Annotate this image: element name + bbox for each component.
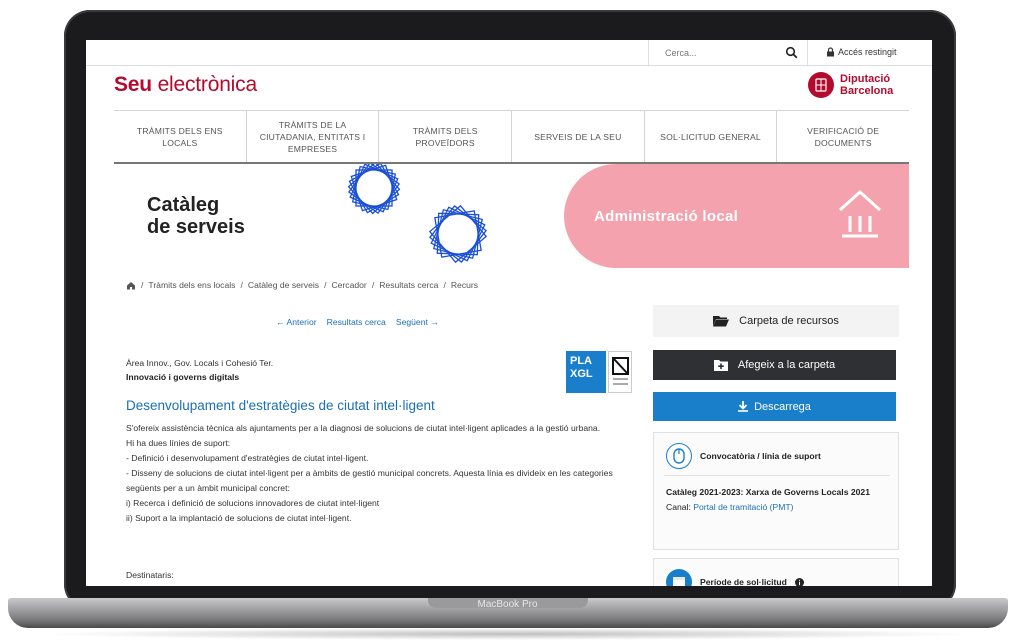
brand-bold: Seu [114,73,152,96]
info-icon[interactable] [794,577,804,587]
search-icon[interactable] [785,46,799,60]
card-divider [664,475,890,476]
request-period-header: Període de sol·licitud [666,569,804,586]
breadcrumb-item[interactable]: Tràmits dels ens locals [148,280,235,290]
building-icon [838,189,882,238]
download-icon [738,401,749,412]
main-nav: TRÀMITS DELS ENS LOCALS TRÀMITS DE LA CI… [114,110,909,164]
banner-title-line-1: Catàleg [147,194,220,216]
breadcrumb-current: Recurs [450,280,479,290]
breadcrumb-item[interactable]: Resultats cerca [379,280,438,290]
folder-open-icon [713,316,730,327]
nav-item-verify-documents[interactable]: VERIFICACIÓ DE DOCUMENTS [777,111,909,162]
add-to-folder-label: Afegeix a la carpeta [737,359,836,371]
device-brand-label: MacBook Pro [477,599,538,610]
breadcrumb: / Tràmits dels ens locals / Catàleg de s… [126,280,478,290]
description-line: i) Recerca i definició de solucions inno… [126,498,380,508]
banner-section-label: Administració local [594,208,739,225]
org-line-2: Barcelona [840,85,894,97]
folder-plus-icon [713,359,728,371]
plan-badge-logo: PLA XGL [566,351,606,393]
support-line-card: Convocatòria / línia de suport Catàleg 2… [653,432,899,550]
result-pager: ← Anterior Resultats cerca Següent → [276,317,439,327]
browser-screen: Accés restingit Seu electrònica Diputaci… [86,40,932,586]
department-label: Àrea Innov., Gov. Locals i Cohesió Ter. [126,358,274,368]
service-title: Desenvolupament d'estratègies de ciutat … [126,398,435,413]
site-logo[interactable]: Seu electrònica [114,73,257,97]
breadcrumb-separator: / [141,280,144,290]
org-line-1: Diputació [840,73,891,85]
breadcrumb-item[interactable]: Catàleg de serveis [248,280,319,290]
download-label: Descarrega [754,400,811,413]
channel-label: Canal: [666,502,691,512]
breadcrumb-separator: / [324,280,327,290]
request-period-title: Període de sol·licitud [700,577,787,586]
support-line-header: Convocatòria / línia de suport [666,443,821,469]
next-link[interactable]: Següent → [396,317,439,327]
search-input[interactable] [649,40,774,66]
banner-title-line-2: de serveis [147,216,245,238]
description-line: ii) Suport a la implantació de solucions… [126,513,352,523]
request-period-card: Període de sol·licitud [653,558,899,586]
support-line-title: Convocatòria / línia de suport [700,451,821,461]
nav-item-services[interactable]: SERVEIS DE LA SEU [512,111,645,162]
service-description: S'ofereix assistència tècnica als ajunta… [126,421,631,526]
brand-rest: electrònica [157,73,258,96]
nav-item-general-request[interactable]: SOL·LICITUD GENERAL [645,111,778,162]
previous-link[interactable]: ← Anterior [276,317,317,327]
description-line: - Definició i desenvolupament d'estratèg… [126,453,369,463]
nav-item-suppliers[interactable]: TRÀMITS DELS PROVEÏDORS [379,111,513,162]
nav-item-local-entities[interactable]: TRÀMITS DELS ENS LOCALS [114,111,247,162]
breadcrumb-separator: / [240,280,243,290]
search-box [648,40,808,66]
top-bar: Accés restingit [86,40,932,66]
subdepartment-label: Innovació i governs digitals [126,372,240,382]
plan-badge-line-1: PLA [570,355,592,367]
plan-badge-line-2: XGL [570,368,593,380]
description-line: Hi ha dues línies de suport: [126,438,231,448]
breadcrumb-separator: / [443,280,446,290]
recipients-label: Destinataris: [126,570,174,580]
plan-badge-mark-icon [608,351,632,393]
breadcrumb-item[interactable]: Cercador [331,280,366,290]
lock-icon [827,47,834,57]
calendar-icon [666,569,692,586]
download-button[interactable]: Descarrega [653,392,896,421]
results-link[interactable]: Resultats cerca [327,317,386,327]
add-to-folder-button[interactable]: Afegeix a la carpeta [653,350,896,380]
organization-name: Diputació Barcelona [840,73,893,97]
channel-link[interactable]: Portal de tramitació (PMT) [693,502,793,512]
decorative-squares-art [347,164,488,264]
banner-title: Catàleg de serveis [147,194,245,238]
mouse-icon [666,443,692,469]
organization-logo[interactable]: Diputació Barcelona [808,72,893,98]
resources-folder-label: Carpeta de recursos [739,315,839,327]
plan-badge: PLA XGL [566,351,634,393]
catalog-name: Catàleg 2021-2023: Xarxa de Governs Loca… [666,487,870,497]
home-icon[interactable] [126,281,136,290]
nav-item-citizens[interactable]: TRÀMITS DE LA CIUTADANIA, ENTITATS I EMP… [247,111,380,162]
resources-folder-header[interactable]: Carpeta de recursos [653,305,899,337]
breadcrumb-separator: / [371,280,375,290]
restricted-access-link[interactable]: Accés restingit [826,47,897,57]
support-line-body: Catàleg 2021-2023: Xarxa de Governs Loca… [666,485,890,515]
hero-banner: Catàleg de serveis Administració local [114,164,909,268]
description-line: S'ofereix assistència tècnica als ajunta… [126,423,601,433]
restricted-access-label: Accés restingit [838,47,897,57]
description-line: - Disseny de solucions de ciutat intel·l… [126,468,613,493]
shield-logo-icon [808,72,834,98]
laptop-shadow [40,628,975,640]
